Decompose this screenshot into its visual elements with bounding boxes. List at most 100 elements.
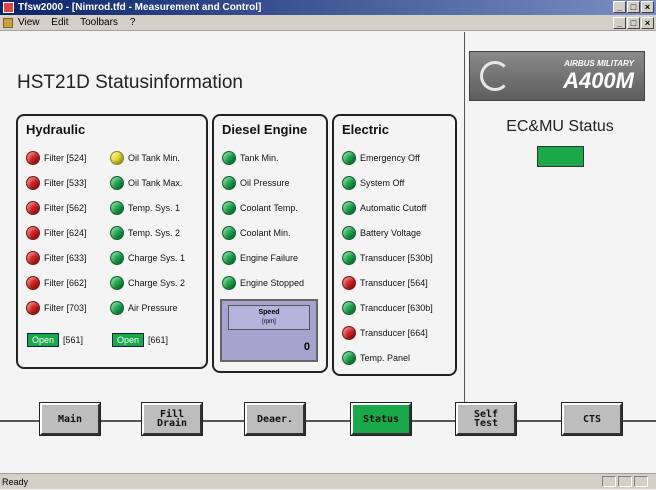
indicator-label: Tank Min. bbox=[240, 153, 279, 163]
speed-label: Speed bbox=[258, 309, 280, 316]
indicator-system-off: System Off bbox=[342, 175, 404, 191]
open-561-row: Open [561] bbox=[27, 332, 83, 348]
self-test-button[interactable]: Self Test bbox=[456, 403, 516, 435]
status-led-icon bbox=[342, 326, 356, 340]
indicator-label: Filter [662] bbox=[44, 278, 87, 288]
indicator-oil-pressure: Oil Pressure bbox=[222, 175, 290, 191]
status-led-icon bbox=[342, 226, 356, 240]
hydraulic-panel: Hydraulic Filter [524] Filter [533] Filter… bbox=[16, 114, 208, 369]
airbus-swirl-icon bbox=[480, 61, 510, 91]
speed-label-box: Speed [rpm] bbox=[228, 305, 310, 330]
indicator-tank-min: Tank Min. bbox=[222, 150, 279, 166]
status-text: Ready bbox=[2, 477, 29, 487]
status-led-icon bbox=[110, 226, 124, 240]
status-cell bbox=[634, 476, 648, 487]
status-led-icon bbox=[110, 251, 124, 265]
menu-help[interactable]: ? bbox=[130, 17, 136, 28]
status-led-icon bbox=[110, 276, 124, 290]
indicator-coolant-temp: Coolant Temp. bbox=[222, 200, 298, 216]
menu-edit[interactable]: Edit bbox=[51, 17, 68, 28]
status-led-icon bbox=[26, 201, 40, 215]
deaer-button[interactable]: Deaer. bbox=[245, 403, 305, 435]
indicator-trancducer-630b: Trancducer [630b] bbox=[342, 300, 433, 316]
indicator-charge-sys-2: Charge Sys. 2 bbox=[110, 275, 185, 291]
indicator-temp-sys-1: Temp. Sys. 1 bbox=[110, 200, 180, 216]
doc-maximize-button[interactable]: □ bbox=[627, 17, 640, 29]
document-icon bbox=[3, 18, 13, 28]
open-561-label: [561] bbox=[63, 335, 84, 345]
indicator-transducer-530b: Transducer [530b] bbox=[342, 250, 433, 266]
maximize-button[interactable]: □ bbox=[627, 1, 640, 13]
open-661-label: [661] bbox=[148, 335, 169, 345]
indicator-oil-tank-min: Oil Tank Min. bbox=[110, 150, 180, 166]
main-button-label: Main bbox=[57, 413, 83, 425]
status-cell bbox=[618, 476, 632, 487]
open-661-row: Open [661] bbox=[112, 332, 168, 348]
indicator-label: Temp. Sys. 1 bbox=[128, 203, 181, 213]
doc-minimize-button[interactable]: _ bbox=[613, 17, 626, 29]
status-led-icon bbox=[342, 201, 356, 215]
indicator-label: System Off bbox=[360, 178, 405, 188]
status-led-icon bbox=[342, 301, 356, 315]
window-title: Tfsw2000 - [Nimrod.tfd - Measurement and… bbox=[18, 2, 262, 13]
status-led-icon bbox=[222, 276, 236, 290]
status-button[interactable]: Status bbox=[351, 403, 411, 435]
indicator-label: Filter [624] bbox=[44, 228, 87, 238]
page-title: HST21D Statusinformation bbox=[17, 72, 243, 93]
status-led-icon bbox=[222, 176, 236, 190]
menu-toolbars[interactable]: Toolbars bbox=[80, 17, 118, 28]
indicator-label: Temp. Panel bbox=[360, 353, 411, 363]
menu-bar: View Edit Toolbars ? _ □ × bbox=[0, 15, 656, 31]
indicator-label: Oil Tank Min. bbox=[128, 153, 180, 163]
indicator-label: Battery Voltage bbox=[360, 228, 422, 238]
indicator-emergency-off: Emergency Off bbox=[342, 150, 420, 166]
indicator-label: Filter [633] bbox=[44, 253, 87, 263]
indicator-label: Trancducer [630b] bbox=[360, 303, 433, 313]
speed-display: Speed [rpm] 0 bbox=[220, 299, 318, 362]
hydraulic-title: Hydraulic bbox=[26, 122, 86, 137]
indicator-label: Coolant Temp. bbox=[240, 203, 298, 213]
status-led-icon bbox=[26, 176, 40, 190]
minimize-button[interactable]: _ bbox=[613, 1, 626, 13]
diesel-engine-panel: Diesel Engine Tank Min. Oil Pressure Coola… bbox=[212, 114, 328, 373]
doc-close-button[interactable]: × bbox=[641, 17, 654, 29]
self-test-button-label: Self Test bbox=[473, 409, 499, 429]
indicator-label: Transducer [530b] bbox=[360, 253, 433, 263]
indicator-engine-stopped: Engine Stopped bbox=[222, 275, 304, 291]
indicator-label: Temp. Sys. 2 bbox=[128, 228, 181, 238]
main-button[interactable]: Main bbox=[40, 403, 100, 435]
status-led-icon bbox=[26, 151, 40, 165]
status-led-icon bbox=[110, 176, 124, 190]
indicator-battery-voltage: Battery Voltage bbox=[342, 225, 421, 241]
indicator-transducer-664: Transducer [664] bbox=[342, 325, 428, 341]
indicator-oil-tank-max: Oil Tank Max. bbox=[110, 175, 182, 191]
airbus-logo: AIRBUS MILITARY A400M bbox=[469, 51, 645, 101]
indicator-label: Coolant Min. bbox=[240, 228, 291, 238]
fill-drain-button[interactable]: Fill Drain bbox=[142, 403, 202, 435]
electric-title: Electric bbox=[342, 122, 389, 137]
close-button[interactable]: × bbox=[641, 1, 654, 13]
open-661-button[interactable]: Open bbox=[112, 333, 145, 347]
indicator-label: Air Pressure bbox=[128, 303, 178, 313]
cts-button[interactable]: CTS bbox=[562, 403, 622, 435]
window-titlebar: Tfsw2000 - [Nimrod.tfd - Measurement and… bbox=[0, 0, 656, 15]
indicator-charge-sys-1: Charge Sys. 1 bbox=[110, 250, 185, 266]
speed-unit: [rpm] bbox=[262, 319, 276, 325]
menu-view[interactable]: View bbox=[18, 17, 40, 28]
indicator-filter-533: Filter [533] bbox=[26, 175, 87, 191]
indicator-transducer-564: Transducer [564] bbox=[342, 275, 428, 291]
indicator-label: Charge Sys. 2 bbox=[128, 278, 186, 288]
status-led-icon bbox=[26, 301, 40, 315]
status-led-icon bbox=[110, 151, 124, 165]
indicator-temp-panel: Temp. Panel bbox=[342, 350, 410, 366]
app-icon bbox=[3, 2, 14, 13]
status-led-icon bbox=[342, 151, 356, 165]
status-led-icon bbox=[222, 226, 236, 240]
indicator-label: Emergency Off bbox=[360, 153, 420, 163]
open-561-button[interactable]: Open bbox=[27, 333, 60, 347]
status-led-icon bbox=[26, 226, 40, 240]
status-led-icon bbox=[342, 176, 356, 190]
indicator-filter-624: Filter [624] bbox=[26, 225, 87, 241]
indicator-filter-703: Filter [703] bbox=[26, 300, 87, 316]
speed-value: 0 bbox=[303, 341, 310, 353]
